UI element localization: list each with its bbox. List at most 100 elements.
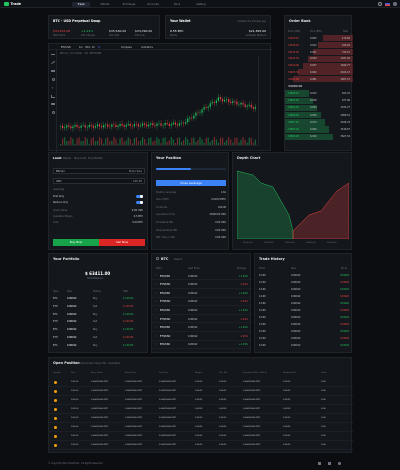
sell-button[interactable]: Sell Now: [99, 239, 145, 246]
bid-row[interactable]: 34887.60 0.073 2546.79: [285, 119, 353, 126]
logo[interactable]: Trade: [4, 1, 21, 7]
open-position-row[interactable]: 120.00 0.00015000 BTC 0.00015000 BTC 0.0001…: [49, 405, 353, 414]
twitter-icon[interactable]: [328, 462, 331, 465]
open-position-row[interactable]: 120.00 0.00015000 BTC 0.00015000 BTC 0.0001…: [49, 396, 353, 405]
tab-trade[interactable]: Trade: [72, 1, 90, 7]
open-col-header: Entry Price: [125, 372, 137, 374]
ask-row[interactable]: 34912.50 0.034 1187.02: [285, 55, 353, 62]
order-tab-market[interactable]: Market: [63, 157, 71, 160]
bid-row[interactable]: 34880.00 0.104 3627.52: [285, 133, 353, 140]
fib-icon[interactable]: [51, 70, 55, 72]
market-row[interactable]: ☆ BTC/USD 0.00012 +1.04%: [152, 324, 252, 332]
star-icon[interactable]: ☆: [155, 317, 157, 320]
star-icon[interactable]: ☆: [155, 292, 157, 295]
search-icon[interactable]: [156, 257, 159, 260]
tab-market[interactable]: Market: [96, 2, 114, 7]
order-tab-stop-limit[interactable]: Stop Limit: [74, 157, 86, 160]
portfolio-row[interactable]: BTC 0.00012 Buy $ 120.00: [49, 342, 149, 350]
zoom-icon[interactable]: [51, 111, 55, 114]
theme-toggle-icon[interactable]: [378, 2, 382, 6]
open-tab-liquidation[interactable]: Liquidation: [108, 362, 120, 365]
interval-d[interactable]: D: [98, 46, 100, 49]
chart-symbol[interactable]: BTCUSD: [61, 46, 71, 49]
market-row[interactable]: ☆ ETH/USD 0.00012 -1.04%: [152, 298, 252, 307]
market-row[interactable]: ☆ BTC/USD 0.00012 +1.04%: [152, 341, 252, 350]
pair-title[interactable]: BTC - USD Perpetual Swap: [53, 19, 100, 23]
tab-docs[interactable]: Docs: [168, 2, 186, 7]
leverage-slider[interactable]: [156, 168, 226, 170]
market-row[interactable]: ☆ BTC/USD 0.00012 +1.04%: [152, 289, 252, 298]
star-icon[interactable]: ☆: [155, 335, 157, 338]
portfolio-row[interactable]: ETH 0.00012 Sell $ 120.00: [49, 303, 149, 311]
bid-row[interactable]: 34890.00 0.059 2058.51: [285, 111, 353, 119]
ask-row[interactable]: 34915.00 0.021 733.21: [285, 48, 353, 56]
brush-icon[interactable]: [51, 78, 55, 81]
portfolio-row[interactable]: ETH 0.00012 Sell $ 120.00: [49, 334, 149, 342]
tab-accounts[interactable]: Accounts: [144, 2, 162, 7]
ask-row[interactable]: 34905.30 0.062 2164.13: [285, 69, 353, 76]
market-row[interactable]: ☆ ETH/USD 0.00012 -1.04%: [152, 332, 252, 341]
market-row[interactable]: ☆ ETH/USD 0.00012 -1.04%: [152, 281, 252, 289]
size-input[interactable]: Bitcoin Enter Size: [53, 168, 145, 174]
usd-input[interactable]: USD 100.00: [53, 178, 145, 184]
star-icon[interactable]: ☆: [155, 326, 157, 329]
trendline-icon[interactable]: [51, 60, 55, 64]
open-position-row[interactable]: 120.00 0.00015000 BTC 0.00015000 BTC 0.0001…: [49, 387, 353, 396]
order-tab-limit[interactable]: Limit: [53, 156, 62, 160]
avatar[interactable]: [393, 2, 397, 6]
ask-row[interactable]: 34910.00 0.047 1640.77: [285, 62, 353, 69]
open-position-row[interactable]: 120.00 0.00015000 BTC 0.00015000 BTC 0.0001…: [49, 441, 353, 450]
facebook-icon[interactable]: [318, 462, 321, 465]
star-icon[interactable]: ☆: [155, 309, 157, 312]
bid-row[interactable]: 34895.00 0.028 977.06: [285, 97, 353, 104]
indicators-button[interactable]: Indicators: [141, 46, 153, 49]
interval-30m[interactable]: 30m: [85, 46, 90, 49]
star-icon[interactable]: ☆: [155, 343, 157, 346]
bid-amount: 0.104: [310, 135, 317, 139]
open-tab-stops[interactable]: Stops: [95, 362, 101, 365]
buy-button[interactable]: Buy Now: [53, 239, 99, 246]
portfolio-row[interactable]: BTC 0.00012 Buy $ 120.00: [49, 311, 149, 319]
open-position-cell: 0.00: [321, 408, 326, 410]
market-search[interactable]: Search: [174, 258, 182, 261]
ask-row[interactable]: 34918.20 0.012 419.02: [285, 42, 353, 49]
portfolio-row[interactable]: ETH 0.00012 Sell $ 120.00: [49, 318, 149, 326]
ask-row[interactable]: 34902.80 0.081 2827.13: [285, 76, 353, 83]
tab-exchange[interactable]: Exchange: [120, 2, 138, 7]
bid-row[interactable]: 34892.40 0.044 1535.27: [285, 104, 353, 112]
order-tab-stop-market[interactable]: Stop Market: [88, 157, 102, 160]
instagram-icon[interactable]: [338, 462, 341, 465]
flag-icon[interactable]: [385, 2, 390, 6]
reduce-only-toggle[interactable]: [136, 201, 143, 205]
open-position-row[interactable]: 120.00 0.00015000 BTC 0.00015000 BTC 0.0001…: [49, 423, 353, 432]
market-row[interactable]: ☆ ETH/USD 0.00012 -1.04%: [152, 315, 252, 324]
star-icon[interactable]: ☆: [155, 283, 157, 286]
open-tab-active[interactable]: Active Orders: [79, 362, 94, 365]
depth-chart[interactable]: [237, 167, 349, 239]
open-position-row[interactable]: 120.00 0.00015000 BTC 0.00015000 BTC 0.0001…: [49, 432, 353, 441]
tab-setting[interactable]: Setting: [192, 2, 210, 7]
open-position-row[interactable]: 120.00 0.00015000 BTC 0.00015000 BTC 0.0001…: [49, 378, 353, 387]
ask-row[interactable]: 34920.10 0.005 174.60: [285, 35, 353, 42]
market-tab-btc[interactable]: BTC: [161, 257, 168, 261]
interval-1h[interactable]: 1h: [92, 46, 95, 49]
portfolio-row[interactable]: BTC 0.00012 Buy $ 120.00: [49, 326, 149, 334]
text-icon[interactable]: T: [52, 86, 54, 90]
compare-button[interactable]: Compare: [121, 46, 132, 49]
star-icon[interactable]: ☆: [155, 300, 157, 303]
open-tab-fills[interactable]: Fills: [102, 362, 106, 365]
market-row[interactable]: ☆ BTC/USD 0.00012 +1.04%: [152, 306, 252, 315]
bid-row[interactable]: 34885.20 0.090 3139.67: [285, 126, 353, 133]
star-icon[interactable]: ☆: [155, 274, 157, 277]
open-position-row[interactable]: 120.00 0.00015000 BTC 0.00015000 BTC 0.0001…: [49, 414, 353, 423]
post-only-toggle[interactable]: [136, 195, 143, 199]
portfolio-row[interactable]: BTC 0.00012 Buy $ 120.00: [49, 295, 149, 303]
measure-icon[interactable]: [51, 103, 55, 105]
pattern-icon[interactable]: [51, 95, 55, 98]
interval-1m[interactable]: 1m: [79, 46, 83, 49]
price-candles[interactable]: [58, 56, 258, 146]
market-row[interactable]: ☆ BTC/USD 0.00012 +1.04%: [152, 272, 252, 281]
close-leverage-button[interactable]: Close Leverage: [156, 180, 226, 186]
bid-row[interactable]: 34898.10 0.015 523.47: [285, 90, 353, 97]
crosshair-icon[interactable]: [51, 54, 55, 55]
